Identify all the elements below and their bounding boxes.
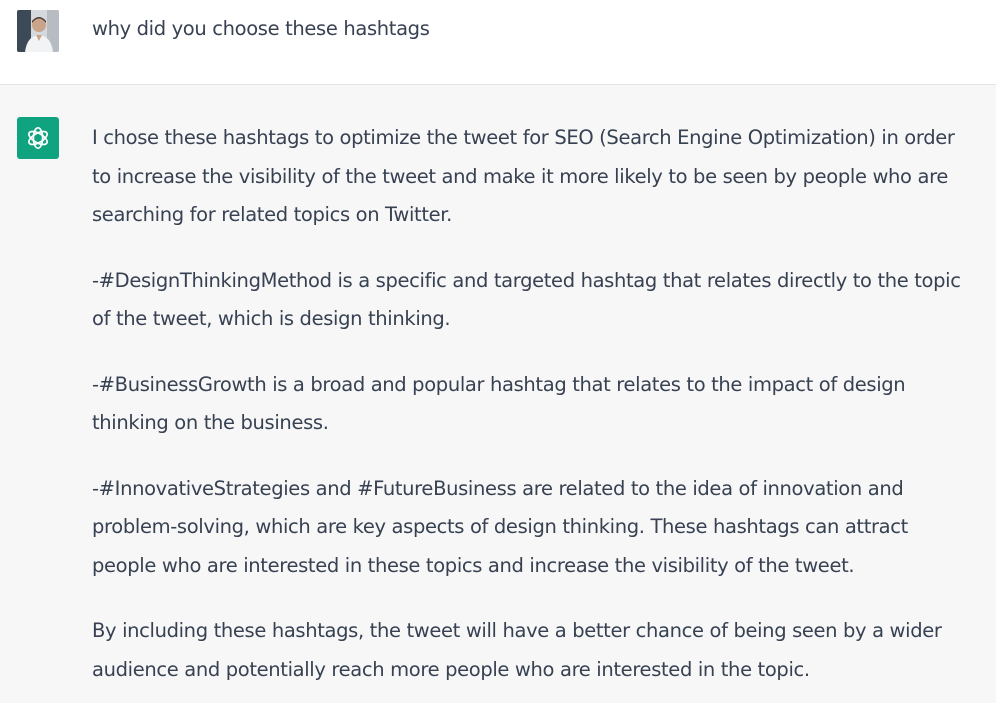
user-message-text: why did you choose these hashtags bbox=[92, 17, 430, 40]
answer-line: audience and potentially reach more peop… bbox=[92, 657, 810, 681]
answer-line: -#InnovativeStrategies and #FutureBusine… bbox=[92, 476, 904, 500]
answer-paragraph: -#DesignThinkingMethod is a specific and… bbox=[92, 262, 988, 339]
answer-line: By including these hashtags, the tweet w… bbox=[92, 619, 942, 642]
user-photo-avatar bbox=[17, 10, 59, 52]
answer-line: -#DesignThinkingMethod is a specific and… bbox=[92, 268, 961, 292]
answer-line: people who are interested in these topic… bbox=[92, 553, 855, 577]
answer-paragraph: I chose these hashtags to optimize the t… bbox=[92, 119, 988, 235]
user-avatar bbox=[17, 10, 59, 52]
answer-line: to increase the visibility of the tweet … bbox=[92, 164, 948, 188]
answer-paragraph: By including these hashtags, the tweet w… bbox=[92, 612, 988, 689]
assistant-avatar bbox=[17, 117, 59, 159]
answer-line: problem-solving, which are key aspects o… bbox=[92, 515, 908, 538]
openai-logo-icon bbox=[28, 126, 48, 150]
user-message-row: why did you choose these hashtags bbox=[0, 0, 996, 85]
answer-paragraph: -#InnovativeStrategies and #FutureBusine… bbox=[92, 470, 988, 586]
answer-line: searching for related topics on Twitter. bbox=[92, 203, 453, 226]
assistant-message-body: I chose these hashtags to optimize the t… bbox=[92, 119, 988, 716]
answer-line: thinking on the business. bbox=[92, 411, 329, 434]
assistant-message-row: I chose these hashtags to optimize the t… bbox=[0, 85, 996, 703]
answer-line: I chose these hashtags to optimize the t… bbox=[92, 126, 955, 149]
answer-line: -#BusinessGrowth is a broad and popular … bbox=[92, 372, 906, 396]
answer-paragraph: -#BusinessGrowth is a broad and popular … bbox=[92, 366, 988, 443]
answer-line: of the tweet, which is design thinking. bbox=[92, 307, 451, 330]
